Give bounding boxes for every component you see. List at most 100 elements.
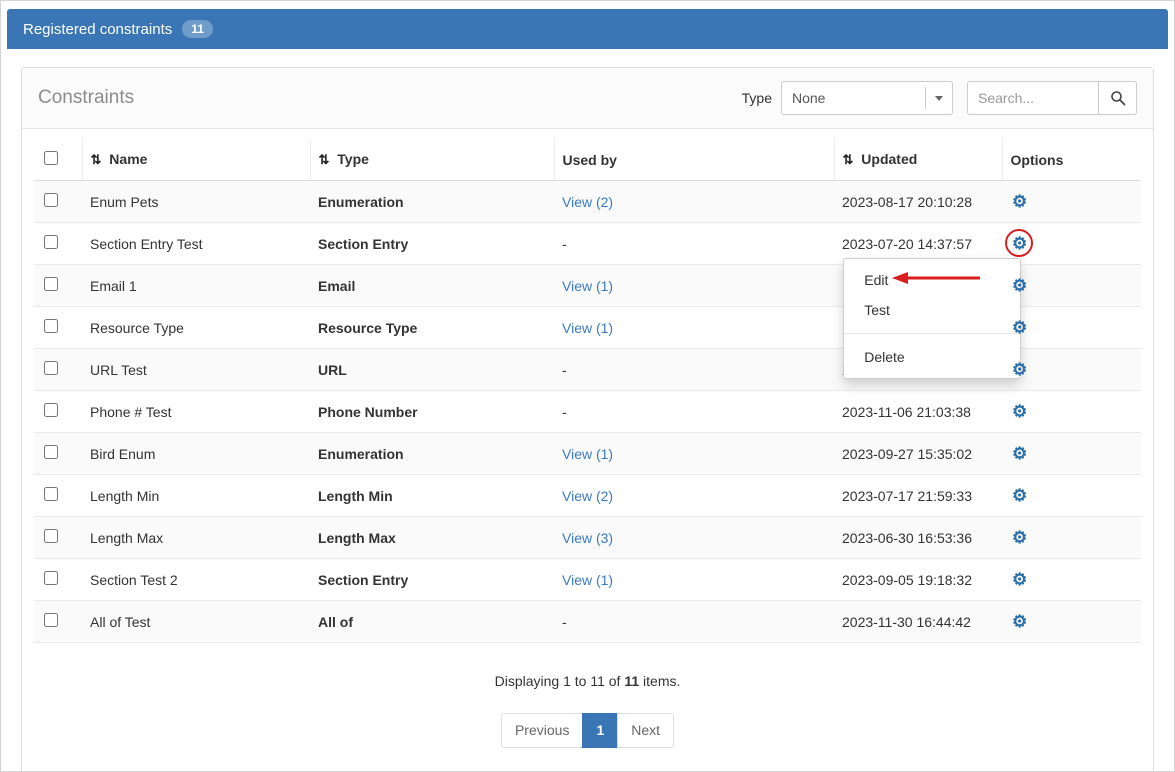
row-type: URL [310, 349, 554, 391]
count-badge: 11 [182, 20, 213, 38]
menu-item-test[interactable]: Test [844, 295, 1020, 325]
row-checkbox[interactable] [44, 529, 58, 543]
options-gear-button[interactable]: ⚙ [1010, 445, 1029, 462]
type-select[interactable]: None [781, 81, 953, 115]
used-by-none: - [562, 362, 567, 378]
page-title: Registered constraints [23, 21, 172, 38]
used-by-none: - [562, 236, 567, 252]
row-checkbox[interactable] [44, 613, 58, 627]
gear-icon: ⚙ [1012, 444, 1027, 463]
table-row: Enum Pets Enumeration View (2) 2023-08-1… [34, 181, 1141, 223]
select-all-checkbox[interactable] [44, 151, 58, 165]
column-header-name-label: Name [109, 151, 147, 167]
options-gear-button[interactable]: ⚙ [1010, 277, 1029, 294]
row-checkbox[interactable] [44, 319, 58, 333]
options-gear-button[interactable]: ⚙ [1010, 403, 1029, 420]
row-type: Length Min [310, 475, 554, 517]
row-updated: 2023-06-30 16:53:36 [834, 517, 1002, 559]
used-by-link[interactable]: View (3) [562, 530, 613, 546]
used-by-link[interactable]: View (2) [562, 194, 613, 210]
sort-icon: ⇅ [843, 152, 854, 167]
column-header-type-label: Type [337, 151, 369, 167]
column-header-used-by: Used by [554, 139, 834, 181]
row-updated: 2023-08-17 20:10:28 [834, 181, 1002, 223]
used-by-none: - [562, 404, 567, 420]
options-gear-button[interactable]: ⚙ [1010, 613, 1029, 630]
used-by-link[interactable]: View (1) [562, 446, 613, 462]
row-checkbox[interactable] [44, 487, 58, 501]
row-checkbox[interactable] [44, 277, 58, 291]
options-gear-button[interactable]: ⚙ [1010, 319, 1029, 336]
row-type: Phone Number [310, 391, 554, 433]
row-name: Bird Enum [82, 433, 310, 475]
options-gear-button-open[interactable]: ⚙ [1010, 235, 1029, 252]
table-row: Bird Enum Enumeration View (1) 2023-09-2… [34, 433, 1141, 475]
gear-icon: ⚙ [1012, 570, 1027, 589]
options-gear-button[interactable]: ⚙ [1010, 529, 1029, 546]
row-updated: 2023-11-06 21:03:38 [834, 391, 1002, 433]
row-name: All of Test [82, 601, 310, 643]
gear-icon: ⚙ [1012, 234, 1027, 253]
search-icon [1110, 90, 1126, 106]
toolbar: Constraints Type None [22, 68, 1153, 129]
table-row: Section Test 2 Section Entry View (1) 20… [34, 559, 1141, 601]
type-filter-label: Type [742, 90, 772, 106]
select-caret-zone [925, 87, 952, 109]
used-by-link[interactable]: View (1) [562, 572, 613, 588]
gear-icon: ⚙ [1012, 486, 1027, 505]
used-by-link[interactable]: View (2) [562, 488, 613, 504]
column-header-used-by-label: Used by [563, 152, 617, 168]
row-type: Enumeration [310, 433, 554, 475]
summary-count: 11 [624, 673, 639, 689]
search-group [967, 81, 1137, 115]
search-button[interactable] [1099, 81, 1137, 115]
column-header-updated[interactable]: ⇅ Updated [834, 139, 1002, 181]
pagination-previous[interactable]: Previous [501, 713, 583, 748]
summary-suffix: items. [639, 673, 680, 689]
gear-icon: ⚙ [1012, 528, 1027, 547]
row-checkbox[interactable] [44, 571, 58, 585]
search-input[interactable] [967, 81, 1099, 115]
items-summary: Displaying 1 to 11 of 11 items. [22, 673, 1153, 689]
caret-down-icon [935, 96, 943, 101]
row-checkbox[interactable] [44, 361, 58, 375]
panel-title: Constraints [38, 87, 742, 109]
row-name: Phone # Test [82, 391, 310, 433]
row-checkbox[interactable] [44, 403, 58, 417]
menu-separator [844, 333, 1020, 334]
options-gear-button[interactable]: ⚙ [1010, 361, 1029, 378]
table-row: All of Test All of - 2023-11-30 16:44:42… [34, 601, 1141, 643]
table-header-row: ⇅ Name ⇅ Type Used by ⇅ Updated [34, 139, 1141, 181]
gear-icon: ⚙ [1012, 612, 1027, 631]
page: Registered constraints 11 Constraints Ty… [0, 0, 1175, 772]
table-row: Length Max Length Max View (3) 2023-06-3… [34, 517, 1141, 559]
sort-icon: ⇅ [91, 152, 102, 167]
table-row: Phone # Test Phone Number - 2023-11-06 2… [34, 391, 1141, 433]
row-name: URL Test [82, 349, 310, 391]
column-header-type[interactable]: ⇅ Type [310, 139, 554, 181]
pagination-page-1[interactable]: 1 [582, 713, 618, 748]
used-by-link[interactable]: View (1) [562, 278, 613, 294]
row-checkbox[interactable] [44, 235, 58, 249]
gear-icon: ⚙ [1012, 360, 1027, 379]
type-select-value: None [792, 90, 825, 106]
column-header-options: Options [1002, 139, 1141, 181]
menu-item-delete[interactable]: Delete [844, 342, 1020, 372]
table-row: Length Min Length Min View (2) 2023-07-1… [34, 475, 1141, 517]
row-type: Resource Type [310, 307, 554, 349]
options-gear-button[interactable]: ⚙ [1010, 193, 1029, 210]
row-updated: 2023-11-30 16:44:42 [834, 601, 1002, 643]
row-checkbox[interactable] [44, 193, 58, 207]
summary-prefix: Displaying 1 to 11 of [495, 673, 625, 689]
pagination-next[interactable]: Next [617, 713, 674, 748]
gear-icon: ⚙ [1012, 318, 1027, 337]
options-gear-button[interactable]: ⚙ [1010, 487, 1029, 504]
used-by-link[interactable]: View (1) [562, 320, 613, 336]
row-checkbox[interactable] [44, 445, 58, 459]
options-gear-button[interactable]: ⚙ [1010, 571, 1029, 588]
menu-item-edit[interactable]: Edit [844, 265, 1020, 295]
gear-icon: ⚙ [1012, 276, 1027, 295]
column-header-name[interactable]: ⇅ Name [82, 139, 310, 181]
table-wrap: ⇅ Name ⇅ Type Used by ⇅ Updated [22, 129, 1153, 643]
column-header-options-label: Options [1011, 152, 1064, 168]
